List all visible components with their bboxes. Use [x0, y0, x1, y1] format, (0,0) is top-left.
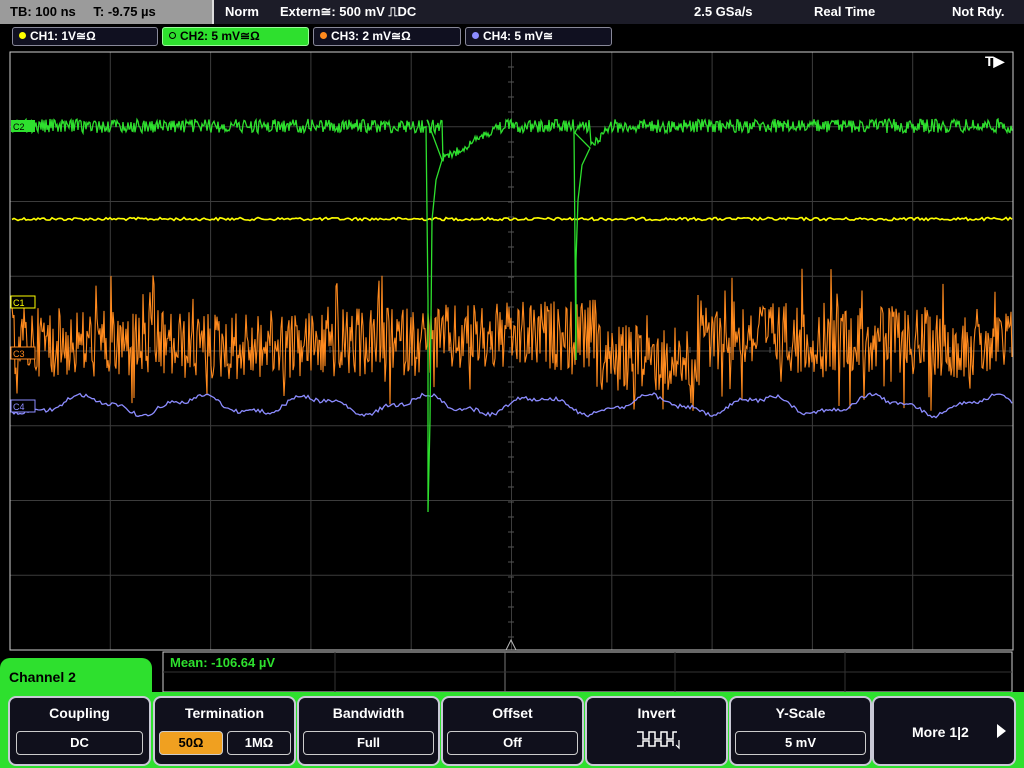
ch3-marker[interactable]: C3 — [10, 346, 36, 360]
yscale-softkey[interactable]: Y-Scale 5 mV — [729, 696, 872, 766]
ch4-color-dot — [472, 32, 479, 40]
offset-label: Offset — [492, 705, 533, 721]
tab-ch4[interactable]: CH4: 5 mV≅ — [465, 27, 612, 46]
timebase-value: TB: 100 ns — [10, 4, 76, 19]
bandwidth-softkey[interactable]: Bandwidth Full — [297, 696, 440, 766]
trigger-source[interactable]: Extern≅: 500 mV ⎍DC — [280, 0, 416, 24]
invert-waveform-icon — [637, 731, 680, 750]
channel-tab-row: CH1: 1V≅Ω CH2: 5 mV≅Ω CH3: 2 mV≅Ω CH4: 5… — [0, 24, 1024, 48]
termination-softkey[interactable]: Termination 50Ω 1MΩ — [153, 696, 296, 766]
tab-ch3[interactable]: CH3: 2 mV≅Ω — [313, 27, 461, 46]
status-bar: TB: 100 ns T: -9.75 µs Norm Extern≅: 500… — [0, 0, 1024, 24]
tab-ch2[interactable]: CH2: 5 mV≅Ω — [162, 27, 309, 46]
timebase-box[interactable]: TB: 100 ns T: -9.75 µs — [0, 0, 214, 24]
ch1-color-dot — [19, 32, 26, 40]
ch2-marker[interactable]: C2 — [11, 120, 35, 132]
tab-ch4-label: CH4: 5 mV≅ — [483, 29, 554, 43]
tab-ch1[interactable]: CH1: 1V≅Ω — [12, 27, 158, 46]
coupling-label: Coupling — [49, 705, 110, 721]
termination-label: Termination — [184, 705, 265, 721]
tab-ch1-label: CH1: 1V≅Ω — [30, 29, 96, 43]
tab-ch3-label: CH3: 2 mV≅Ω — [331, 29, 411, 43]
yscale-value[interactable]: 5 mV — [735, 731, 866, 755]
measurement-panel: Mean: -106.64 µV — [162, 651, 1013, 693]
invert-label: Invert — [637, 705, 676, 721]
invert-softkey[interactable]: Invert — [585, 696, 728, 766]
trigger-time-value: T: -9.75 µs — [93, 4, 156, 19]
termination-1mohm-option[interactable]: 1MΩ — [227, 731, 291, 755]
coupling-value[interactable]: DC — [16, 731, 143, 755]
acquisition-mode: Real Time — [814, 4, 876, 19]
bandwidth-value[interactable]: Full — [303, 731, 434, 755]
mean-readout: Mean: -106.64 µV — [170, 655, 275, 670]
offset-softkey[interactable]: Offset Off — [441, 696, 584, 766]
waveform-display[interactable]: C2 C1 C3 C4 T▶ — [0, 48, 1024, 656]
trigger-status: Not Rdy. — [952, 4, 1005, 19]
yscale-label: Y-Scale — [775, 705, 826, 721]
coupling-softkey[interactable]: Coupling DC — [8, 696, 151, 766]
trigger-position-marker[interactable]: T▶ — [985, 53, 1006, 69]
ch4-marker[interactable]: C4 — [10, 399, 36, 413]
ch2-color-dot — [169, 32, 176, 40]
more-label: More 1|2 — [912, 724, 969, 740]
offset-value[interactable]: Off — [447, 731, 578, 755]
termination-50ohm-option[interactable]: 50Ω — [159, 731, 223, 755]
more-softkey[interactable]: More 1|2 — [872, 696, 1016, 766]
svg-text:C1: C1 — [13, 298, 25, 308]
svg-text:C4: C4 — [13, 402, 25, 412]
sample-rate: 2.5 GSa/s — [694, 4, 753, 19]
svg-text:C3: C3 — [13, 349, 25, 359]
ch3-color-dot — [320, 32, 327, 40]
ch1-marker[interactable]: C1 — [10, 295, 36, 309]
bandwidth-label: Bandwidth — [332, 705, 405, 721]
tab-ch2-label: CH2: 5 mV≅Ω — [180, 29, 260, 43]
svg-text:C2: C2 — [13, 122, 25, 132]
trigger-mode[interactable]: Norm — [225, 0, 259, 24]
arrow-right-icon — [997, 724, 1006, 738]
